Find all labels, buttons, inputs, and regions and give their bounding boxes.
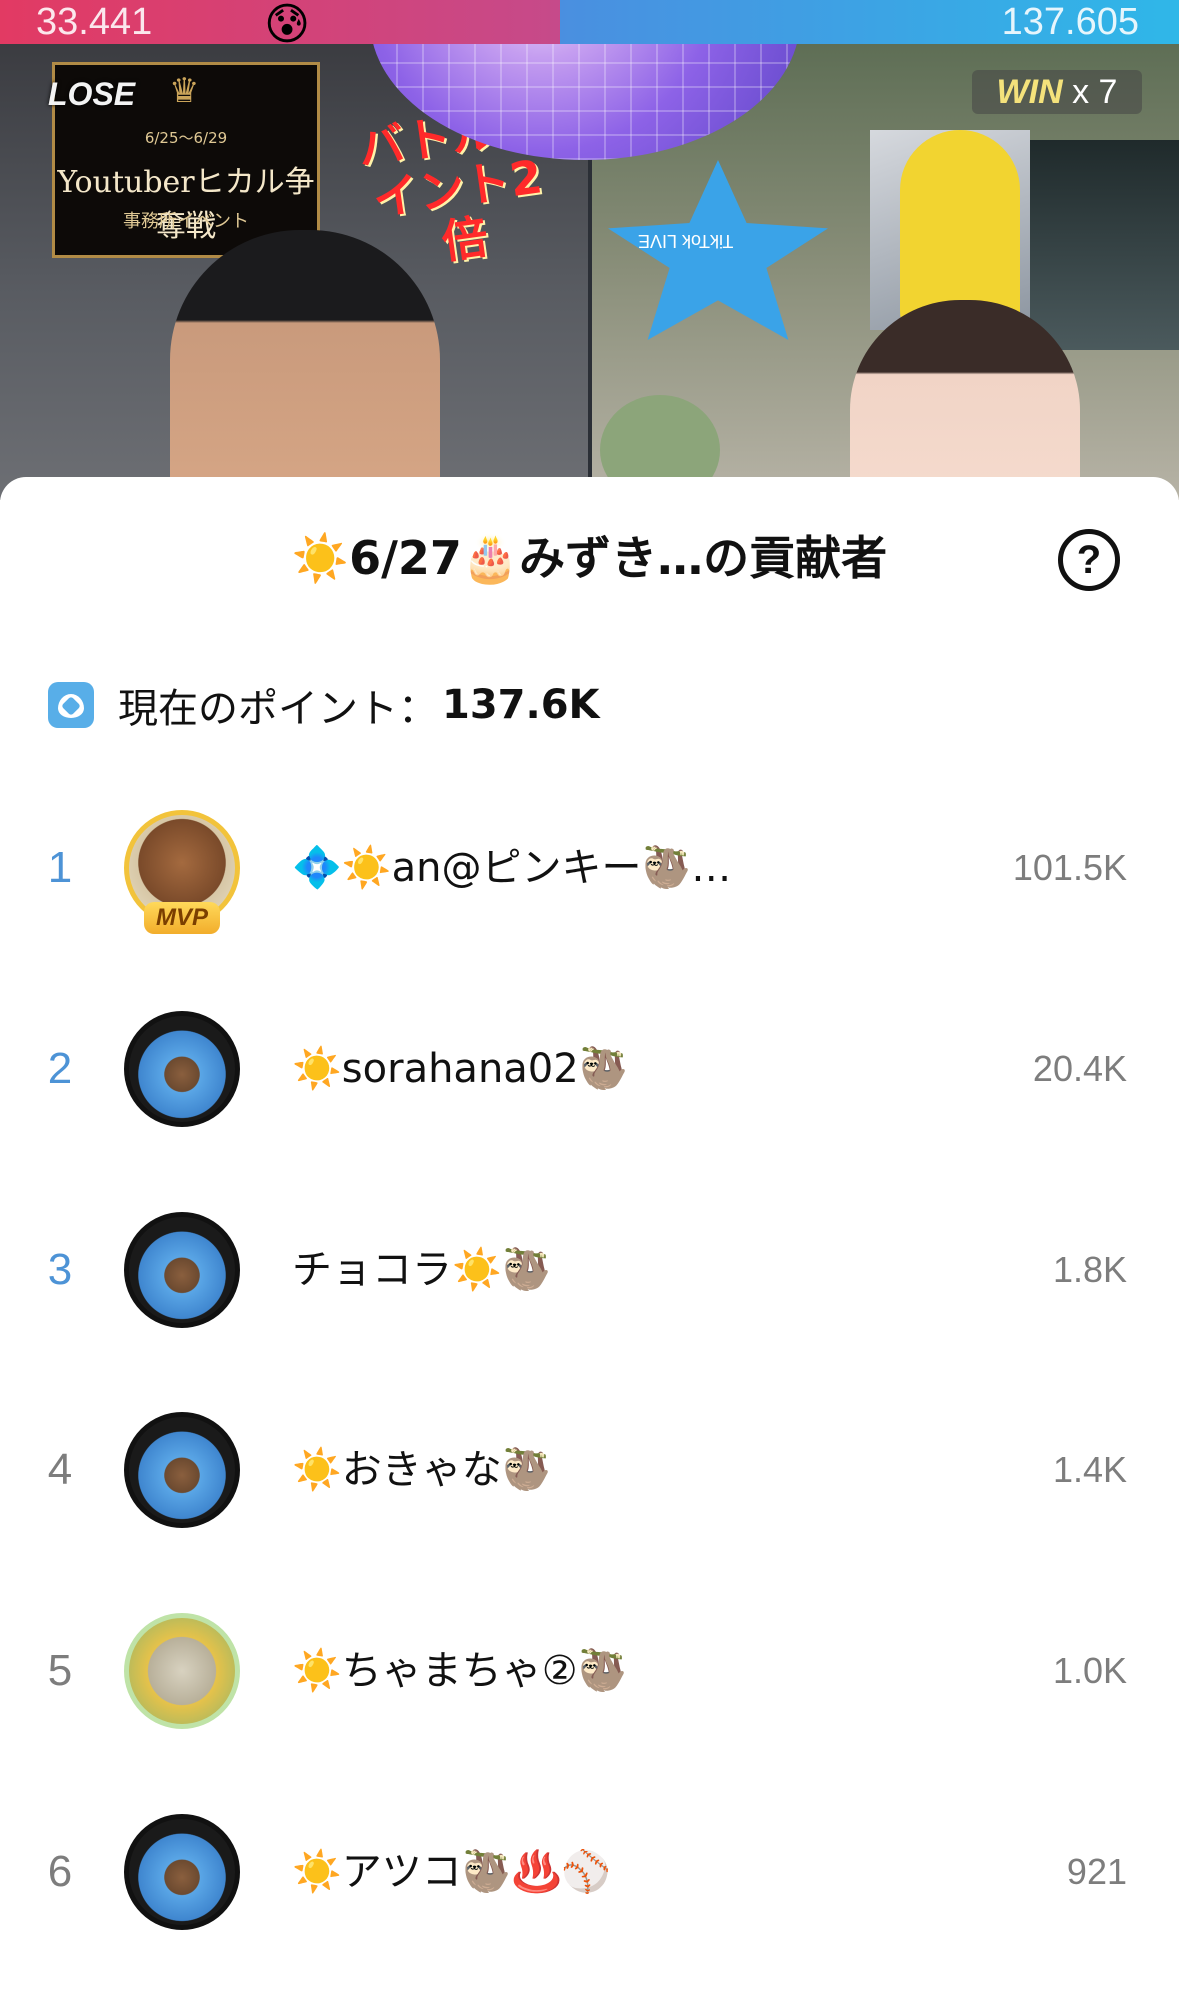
sheet-title: ☀️6/27🎂みずき…の貢献者: [291, 531, 888, 585]
contributor-score: 1.0K: [1052, 1650, 1127, 1691]
contributor-row[interactable]: 1 MVP 💠☀️an@ピンキー🦥… 101.5K: [0, 798, 1179, 938]
poster: [1030, 140, 1179, 350]
points-label: 現在のポイント：: [118, 686, 438, 732]
rank-number: 5: [47, 1646, 73, 1695]
lose-badge: LOSE: [48, 76, 136, 112]
live-battle-view: ♛ 6/25～6/29 Youtuberヒカル争奪戦 事務所イベント LOSE …: [0, 0, 1179, 500]
contributor-row[interactable]: 5 ☀️ちゃまちゃ②🦥 1.0K: [0, 1601, 1179, 1741]
tiktok-label: TikTok LIVE: [638, 231, 734, 251]
points-value: 137.6K: [442, 682, 600, 728]
contributor-score: 1.8K: [1052, 1249, 1127, 1290]
avatar[interactable]: [124, 1613, 240, 1729]
win-streak-badge: WIN x 7: [972, 70, 1142, 114]
contributor-name: ☀️おきゃな🦥: [292, 1447, 552, 1493]
contributor-score: 20.4K: [1032, 1048, 1127, 1089]
rank-number: 4: [47, 1445, 73, 1494]
contributor-score: 1.4K: [1052, 1449, 1127, 1490]
event-subtitle: 事務所イベント: [123, 211, 249, 232]
contributor-name: チョコラ☀️🦥: [292, 1247, 552, 1293]
contributor-name: ☀️ちゃまちゃ②🦥: [292, 1648, 628, 1694]
avatar[interactable]: [124, 1814, 240, 1930]
contributor-row[interactable]: 2 ☀️sorahana02🦥 20.4K: [0, 999, 1179, 1139]
rank-number: 3: [47, 1245, 73, 1294]
avatar[interactable]: [124, 1412, 240, 1528]
right-score: 137.605: [1001, 1, 1139, 43]
current-points: 現在のポイント： 137.6K: [48, 677, 600, 733]
win-count: x 7: [1072, 73, 1118, 111]
help-button[interactable]: ?: [1058, 529, 1120, 591]
contributor-row[interactable]: 3 チョコラ☀️🦥 1.8K: [0, 1200, 1179, 1340]
gift-icon: [48, 682, 94, 728]
rank-number: 2: [47, 1044, 73, 1093]
contributor-score: 101.5K: [1012, 847, 1127, 888]
event-dates: 6/25～6/29: [144, 129, 228, 147]
mvp-badge: MVP: [144, 902, 220, 934]
avatar[interactable]: [124, 1212, 240, 1328]
avatar[interactable]: [124, 1011, 240, 1127]
right-streamer: [850, 300, 1080, 500]
left-score: 33.441: [36, 1, 153, 43]
sad-face-icon: 😰: [264, 0, 310, 50]
contributor-name: ☀️アツコ🦥♨️⚾: [292, 1849, 612, 1895]
contributor-name: 💠☀️an@ピンキー🦥…: [292, 845, 732, 891]
rank-number: 6: [47, 1847, 73, 1896]
contributor-row[interactable]: 6 ☀️アツコ🦥♨️⚾ 921: [0, 1802, 1179, 1942]
contributors-sheet: ☀️6/27🎂みずき…の貢献者 ? 現在のポイント： 137.6K 1 MVP …: [0, 477, 1179, 2010]
win-label: WIN: [996, 73, 1063, 111]
crown-icon: ♛: [169, 71, 200, 111]
contributor-score: 921: [1066, 1851, 1127, 1892]
contributor-row[interactable]: 4 ☀️おきゃな🦥 1.4K: [0, 1400, 1179, 1540]
rank-number: 1: [47, 843, 73, 892]
left-streamer: [170, 230, 440, 500]
contributor-name: ☀️sorahana02🦥: [292, 1046, 629, 1092]
